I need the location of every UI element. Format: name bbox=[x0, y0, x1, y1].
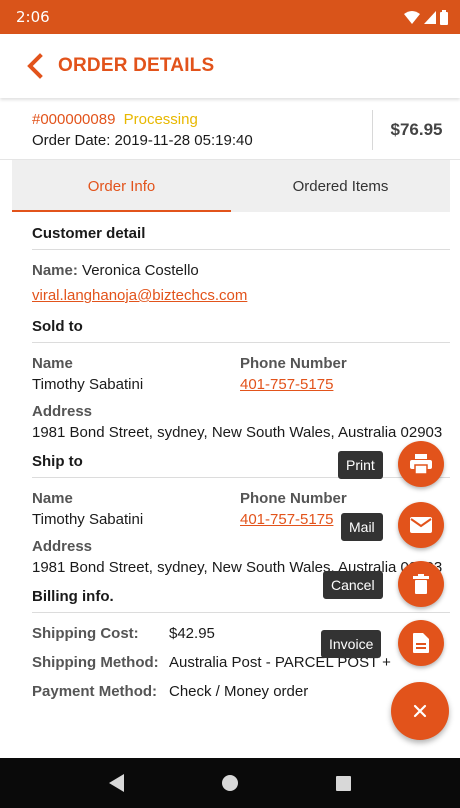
fab-close-button[interactable] bbox=[391, 682, 449, 740]
order-summary: #000000089 Processing Order Date: 2019-1… bbox=[0, 100, 460, 160]
ship-to-contact: Name Timothy Sabatini Phone Number 401-7… bbox=[32, 490, 450, 528]
cancel-action-label[interactable]: Cancel bbox=[323, 571, 383, 599]
invoice-button[interactable] bbox=[398, 620, 444, 666]
document-icon bbox=[413, 633, 429, 653]
back-button[interactable] bbox=[22, 51, 46, 81]
shipping-cost-value: $42.95 bbox=[169, 625, 215, 642]
order-date: Order Date: 2019-11-28 05:19:40 bbox=[32, 131, 253, 149]
status-time: 2:06 bbox=[16, 8, 50, 26]
customer-name-row: Name: Veronica Costello bbox=[32, 262, 450, 279]
wifi-icon bbox=[404, 10, 420, 24]
sold-to-contact: Name Timothy Sabatini Phone Number 401-7… bbox=[32, 355, 450, 393]
order-total: $76.95 bbox=[372, 109, 460, 150]
sold-to-phone-link[interactable]: 401-757-5175 bbox=[240, 376, 333, 393]
mail-action-label[interactable]: Mail bbox=[341, 513, 383, 541]
ship-to-name-label: Name bbox=[32, 490, 73, 507]
sold-to-section-title: Sold to bbox=[32, 304, 450, 343]
sold-to-name-label: Name bbox=[32, 355, 73, 372]
cancel-order-button[interactable] bbox=[398, 561, 444, 607]
system-nav-bar bbox=[0, 758, 460, 808]
payment-method-value: Check / Money order bbox=[169, 683, 309, 700]
app-bar: ORDER DETAILS bbox=[0, 34, 460, 98]
customer-section-title: Customer detail bbox=[32, 212, 450, 250]
chevron-left-icon bbox=[27, 53, 43, 79]
ship-to-address-value: 1981 Bond Street, sydney, New South Wale… bbox=[32, 559, 443, 576]
status-icons bbox=[404, 9, 448, 25]
billing-section-title: Billing info. bbox=[32, 576, 450, 613]
customer-name-value: Veronica Costello bbox=[82, 262, 199, 279]
invoice-action-label[interactable]: Invoice bbox=[321, 630, 382, 658]
ship-to-address-label: Address bbox=[32, 538, 93, 555]
status-bar: 2:06 bbox=[0, 0, 460, 34]
sold-to-address-value: 1981 Bond Street, sydney, New South Wale… bbox=[32, 424, 443, 441]
customer-email-link[interactable]: viral.langhanoja@biztechcs.com bbox=[32, 287, 247, 304]
print-action-label[interactable]: Print bbox=[338, 451, 383, 479]
nav-recents-icon[interactable] bbox=[336, 775, 352, 791]
order-status-badge: Processing bbox=[123, 110, 198, 128]
sold-to-address-label: Address bbox=[32, 403, 93, 420]
print-icon bbox=[410, 454, 432, 474]
sold-to-name-value: Timothy Sabatini bbox=[32, 376, 144, 393]
payment-method-row: Payment Method: Check / Money order bbox=[32, 683, 450, 700]
sold-to-phone-label: Phone Number bbox=[240, 355, 347, 372]
tab-bar: Order Info Ordered Items bbox=[12, 160, 450, 212]
customer-email-row: viral.langhanoja@biztechcs.com bbox=[32, 287, 450, 304]
signal-icon bbox=[424, 10, 436, 24]
close-icon bbox=[413, 704, 427, 718]
page-title: ORDER DETAILS bbox=[58, 55, 215, 76]
order-info: #000000089 Processing Order Date: 2019-1… bbox=[0, 111, 372, 149]
customer-name-label: Name: bbox=[32, 262, 78, 279]
shipping-method-row: Shipping Method: Australia Post - PARCEL… bbox=[32, 654, 450, 671]
ship-to-name-value: Timothy Sabatini bbox=[32, 511, 144, 528]
battery-icon bbox=[440, 9, 448, 25]
nav-home-icon[interactable] bbox=[222, 775, 239, 791]
shipping-cost-label: Shipping Cost: bbox=[32, 625, 139, 642]
order-id: #000000089 bbox=[32, 110, 116, 128]
tab-order-info[interactable]: Order Info bbox=[12, 160, 231, 212]
trash-icon bbox=[413, 574, 429, 594]
nav-back-icon[interactable] bbox=[108, 774, 125, 792]
shipping-method-label: Shipping Method: bbox=[32, 654, 159, 671]
ship-to-phone-link[interactable]: 401-757-5175 bbox=[240, 511, 333, 528]
tab-ordered-items[interactable]: Ordered Items bbox=[231, 160, 450, 212]
payment-method-label: Payment Method: bbox=[32, 683, 158, 700]
shipping-cost-row: Shipping Cost: $42.95 bbox=[32, 625, 450, 642]
mail-button[interactable] bbox=[398, 502, 444, 548]
mail-icon bbox=[410, 517, 432, 533]
order-info-content: Customer detail Name: Veronica Costello … bbox=[32, 212, 450, 700]
print-button[interactable] bbox=[398, 441, 444, 487]
ship-to-section-title: Ship to bbox=[32, 441, 450, 478]
